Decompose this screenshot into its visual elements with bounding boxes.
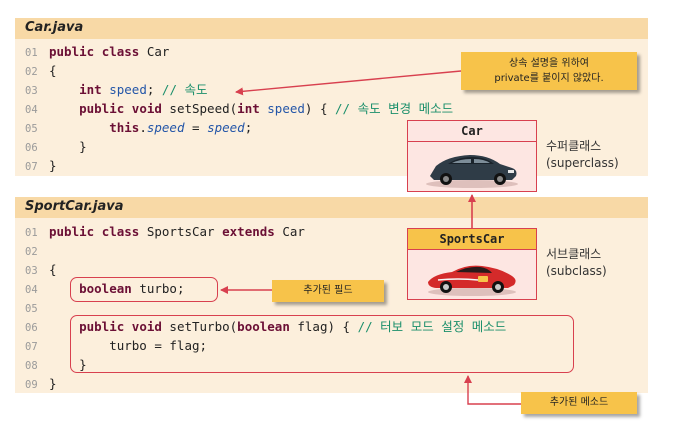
arrow-layer [220,70,521,405]
added-method-arrow [464,375,521,405]
private-note-arrow [235,70,462,96]
